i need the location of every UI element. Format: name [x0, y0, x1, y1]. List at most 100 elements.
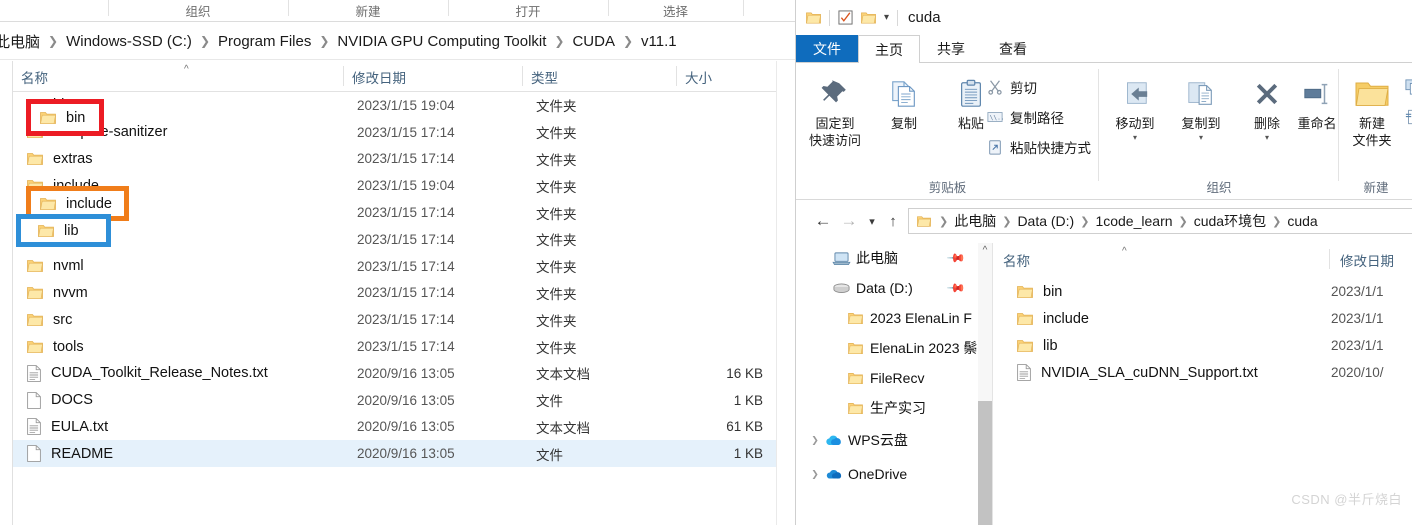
nav-item-wps-cloud[interactable]: ❯ WPS云盘	[796, 423, 978, 457]
easy-access-button[interactable]: 轻	[1404, 107, 1412, 127]
recent-locations-chevron-icon[interactable]: ▾	[862, 215, 882, 228]
nav-label: 2023 ElenaLin F	[870, 310, 972, 326]
rename-icon	[1302, 73, 1332, 115]
back-arrow-icon[interactable]: ←	[810, 211, 836, 231]
rw-breadcrumb-this-pc[interactable]: 此电脑	[954, 211, 996, 231]
new-folder-button[interactable]: 新建 文件夹	[1341, 73, 1403, 149]
scroll-up-arrow-icon[interactable]: ^	[978, 245, 992, 256]
table-row[interactable]: src 2023/1/15 17:14 文件夹	[13, 306, 776, 333]
column-header-date[interactable]: 修改日期	[344, 61, 523, 92]
left-ribbon-group-select[interactable]: 选择	[608, 1, 743, 20]
nav-item-production-practice[interactable]: 生产实习	[796, 393, 978, 423]
forward-arrow-icon[interactable]: →	[836, 211, 862, 231]
right-title-bar: ▾ cuda	[796, 0, 1412, 35]
table-row[interactable]: nvvm 2023/1/15 17:14 文件夹	[13, 280, 776, 307]
chevron-down-icon[interactable]: ▾	[1133, 133, 1137, 142]
scrollbar-thumb[interactable]	[978, 401, 992, 525]
new-folder-quick-icon[interactable]	[861, 11, 876, 25]
rw-breadcrumb-cuda-pkg[interactable]: cuda环境包	[1194, 211, 1266, 231]
rw-breadcrumb-cuda[interactable]: cuda	[1287, 213, 1317, 229]
breadcrumb-item-this-pc[interactable]: 此电脑	[0, 31, 41, 52]
tab-share[interactable]: 共享	[920, 35, 982, 62]
new-item-button[interactable]: 新	[1404, 77, 1412, 97]
nav-item-2023-elenalin[interactable]: 2023 ElenaLin F	[796, 303, 978, 333]
table-row[interactable]: lib 2023/1/15 17:14 文件夹	[13, 199, 776, 226]
chevron-down-icon[interactable]: ▾	[1199, 133, 1203, 142]
cut-button[interactable]: 剪切	[986, 77, 1037, 97]
nav-pane-scrollbar[interactable]: ^	[978, 243, 992, 525]
copy-label: 复制	[890, 116, 917, 131]
left-ribbon-group-open[interactable]: 打开	[448, 1, 608, 20]
pin-icon[interactable]: 📌	[946, 278, 966, 298]
right-breadcrumb[interactable]: ❯ 此电脑 ❯ Data (D:) ❯ 1code_learn ❯ cuda环境…	[908, 208, 1412, 234]
file-name-label: compute-sanitizer	[53, 124, 168, 141]
rw-breadcrumb-1code-learn[interactable]: 1code_learn	[1095, 213, 1172, 229]
table-row[interactable]: include 2023/1/15 19:04 文件夹	[13, 172, 776, 199]
breadcrumb-item-nvidia-toolkit[interactable]: NVIDIA GPU Computing Toolkit	[336, 33, 547, 50]
chevron-down-icon[interactable]: ▾	[884, 12, 889, 23]
file-name-cell: lib	[1017, 338, 1058, 354]
nav-item-this-pc[interactable]: 此电脑 📌	[796, 243, 978, 273]
nav-item-elenalin-2023[interactable]: ElenaLin 2023 鬃	[796, 333, 978, 363]
column-header-type[interactable]: 类型	[523, 61, 677, 92]
move-to-button[interactable]: 移动到 ▾	[1103, 73, 1167, 142]
left-ribbon-group-organize[interactable]: 组织	[108, 1, 288, 20]
nav-item-onedrive[interactable]: ❯ OneDrive	[796, 457, 978, 491]
chevron-right-icon[interactable]: ❯	[808, 435, 822, 446]
table-row[interactable]: EULA.txt 2020/9/16 13:05 文本文档 61 KB	[13, 414, 776, 441]
paste-shortcut-button[interactable]: 粘贴快捷方式	[986, 137, 1091, 157]
tab-view[interactable]: 查看	[982, 35, 1044, 62]
nav-item-filerecv[interactable]: FileRecv	[796, 363, 978, 393]
column-header-size-label: 大小	[685, 70, 712, 86]
breadcrumb-item-cuda[interactable]: CUDA	[571, 33, 616, 50]
file-name-label: tools	[53, 338, 84, 355]
table-row[interactable]: include 2023/1/1	[993, 305, 1412, 332]
left-explorer-window: 组织 新建 打开 选择 此电脑 ❯ Windows-SSD (C:) ❯ Pro…	[0, 0, 795, 525]
breadcrumb-item-program-files[interactable]: Program Files	[217, 33, 312, 50]
tab-home[interactable]: 主页	[858, 35, 920, 63]
copy-path-icon: \\..	[986, 108, 1004, 126]
chevron-right-icon[interactable]: ❯	[808, 469, 822, 480]
file-date-cell: 2020/9/16 13:05	[357, 365, 455, 381]
table-row[interactable]: README 2020/9/16 13:05 文件 1 KB	[13, 440, 776, 468]
copy-button[interactable]: 复制	[872, 73, 936, 132]
left-breadcrumb[interactable]: 此电脑 ❯ Windows-SSD (C:) ❯ Program Files ❯…	[0, 23, 795, 60]
pin-icon[interactable]: 📌	[946, 248, 966, 268]
up-arrow-icon[interactable]: ↑	[882, 213, 904, 230]
left-ribbon-group-new[interactable]: 新建	[288, 1, 448, 20]
table-row[interactable]: extras 2023/1/15 17:14 文件夹	[13, 146, 776, 173]
column-header-name[interactable]: 名称	[993, 243, 1329, 277]
csdn-watermark: CSDN @半斤烧白	[1291, 492, 1402, 507]
table-row[interactable]: tools 2023/1/15 17:14 文件夹	[13, 333, 776, 360]
table-row[interactable]: CUDA_Toolkit_Release_Notes.txt 2020/9/16…	[13, 360, 776, 387]
text-file-icon	[27, 418, 41, 436]
table-row[interactable]: nvml 2023/1/15 17:14 文件夹	[13, 253, 776, 280]
table-row[interactable]: bin 2023/1/1	[993, 278, 1412, 305]
folder-icon	[844, 312, 866, 325]
nav-item-data-d[interactable]: Data (D:) 📌	[796, 273, 978, 303]
table-row[interactable]: compute-sanitizer 2023/1/15 17:14 文件夹	[13, 119, 776, 146]
table-row[interactable]: libnvvp 2023/1/15 17:14 文件夹	[13, 226, 776, 253]
left-window-scroll-strip[interactable]	[776, 61, 795, 525]
breadcrumb-item-v111[interactable]: v11.1	[640, 33, 678, 50]
chevron-down-icon[interactable]: ▾	[1265, 133, 1269, 142]
folder-icon	[1017, 285, 1033, 299]
column-header-date[interactable]: 修改日期	[1330, 243, 1412, 277]
breadcrumb-item-windows-ssd[interactable]: Windows-SSD (C:)	[65, 33, 193, 50]
table-row[interactable]: bin 2023/1/15 19:04 文件夹	[13, 92, 776, 119]
table-row[interactable]: DOCS 2020/9/16 13:05 文件 1 KB	[13, 387, 776, 414]
column-header-size[interactable]: 大小	[677, 61, 776, 92]
column-header-name[interactable]: 名称	[13, 61, 344, 92]
pin-to-quick-access-button[interactable]: 固定到 快速访问	[803, 73, 867, 149]
file-name-label: lib	[1043, 337, 1058, 354]
file-name-label: EULA.txt	[51, 418, 109, 435]
table-row[interactable]: NVIDIA_SLA_cuDNN_Support.txt 2020/10/	[993, 359, 1412, 386]
properties-checkbox-icon[interactable]	[838, 10, 853, 25]
tab-file[interactable]: 文件	[796, 35, 858, 62]
copy-to-button[interactable]: 复制到 ▾	[1169, 73, 1233, 142]
left-pane-edge	[0, 61, 13, 525]
rw-breadcrumb-data-d[interactable]: Data (D:)	[1017, 213, 1074, 229]
file-type-cell: 文件夹	[536, 260, 577, 276]
table-row[interactable]: lib 2023/1/1	[993, 332, 1412, 359]
copy-path-button[interactable]: \\.. 复制路径	[986, 107, 1064, 127]
